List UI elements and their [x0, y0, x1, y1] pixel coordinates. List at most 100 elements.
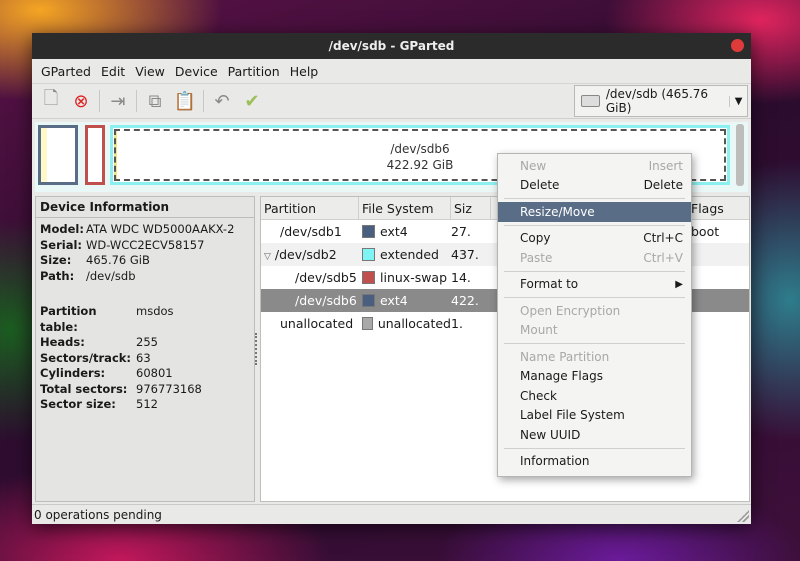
submenu-arrow-icon: ▶ [675, 278, 683, 290]
window-title: /dev/sdb - GParted [328, 39, 455, 53]
device-info-panel: Device Information Model: ATA WDC WD5000A… [35, 196, 255, 502]
menu-item-label: Copy [520, 231, 551, 246]
menu-item-accel: Delete [643, 178, 683, 193]
row-partition: /dev/sdb5 [295, 270, 357, 285]
menu-item-format-to[interactable]: Format to ▶ [498, 275, 691, 295]
menu-item-label: Resize/Move [520, 204, 595, 219]
menu-item-new-uuid[interactable]: New UUID [498, 425, 691, 445]
menu-item-information[interactable]: Information [498, 452, 691, 472]
row-partition: /dev/sdb6 [295, 293, 357, 308]
paste-icon[interactable]: 📋 [170, 87, 200, 115]
close-icon[interactable] [731, 39, 744, 52]
resize-icon[interactable]: ⇥ [103, 87, 133, 115]
menu-item-label-fs[interactable]: Label File System [498, 406, 691, 426]
menu-help[interactable]: Help [285, 64, 324, 79]
row-size: 14. [451, 270, 471, 285]
chevron-down-icon[interactable]: ▼ [729, 95, 747, 107]
col-partition[interactable]: Partition [261, 197, 359, 219]
info-key: Partition table: [40, 304, 97, 334]
menu-item-accel: Ctrl+V [643, 250, 683, 265]
menu-item-label: Format to [520, 277, 579, 292]
diskmap-scrollbar[interactable] [736, 124, 744, 186]
menu-item-copy[interactable]: Copy Ctrl+C [498, 229, 691, 249]
col-size[interactable]: Siz [451, 197, 491, 219]
menu-item-resize-move[interactable]: Resize/Move [498, 202, 691, 222]
col-filesystem[interactable]: File System [359, 197, 451, 219]
menu-item-label: New [520, 158, 547, 173]
row-size: 1. [451, 316, 463, 331]
fs-swatch [362, 294, 375, 307]
menu-item-name-partition[interactable]: Name Partition [498, 347, 691, 367]
col-flags[interactable]: Flags [687, 197, 749, 219]
fs-swatch [362, 225, 375, 238]
row-partition: unallocated [280, 316, 354, 331]
menu-edit[interactable]: Edit [96, 64, 130, 79]
menu-view[interactable]: View [130, 64, 170, 79]
menu-device[interactable]: Device [170, 64, 223, 79]
info-value: 465.76 GiB [86, 253, 150, 267]
info-value: 512 [136, 397, 158, 411]
copy-icon[interactable]: ⧉ [140, 87, 170, 115]
fs-swatch [362, 271, 375, 284]
apply-icon[interactable]: ✔ [237, 87, 267, 115]
menu-separator [504, 224, 685, 226]
undo-icon[interactable]: ↶ [207, 87, 237, 115]
info-key: Cylinders: [40, 366, 106, 380]
row-size: 437. [451, 247, 479, 262]
info-value: WD-WCC2ECV58157 [86, 237, 205, 252]
row-fs: linux-swap [380, 270, 448, 285]
device-selector-label: /dev/sdb (465.76 GiB) [605, 87, 709, 115]
menu-item-accel: Insert [648, 158, 683, 173]
menu-item-label: Manage Flags [520, 369, 603, 384]
toolbar-separator [203, 90, 204, 112]
row-size: 27. [451, 224, 471, 239]
info-key: Model: [40, 222, 84, 236]
menubar: GParted Edit View Device Partition Help [32, 59, 751, 83]
info-value: 63 [136, 350, 151, 365]
menu-partition[interactable]: Partition [223, 64, 285, 79]
device-info-heading: Device Information [36, 197, 254, 218]
info-value: msdos [136, 304, 174, 318]
menu-item-label: Name Partition [520, 349, 610, 364]
menu-item-label: New UUID [520, 427, 581, 442]
info-value: 976773168 [136, 381, 202, 396]
menu-item-label: Open Encryption [520, 303, 621, 318]
context-menu: New Insert Delete Delete Resize/Move Copy C… [497, 153, 692, 477]
menu-item-open-encryption[interactable]: Open Encryption [498, 301, 691, 321]
delete-icon[interactable]: ⊗ [66, 87, 96, 115]
diskmap-sdb5[interactable] [85, 125, 105, 185]
menu-item-label: Paste [520, 250, 553, 265]
info-key: Heads: [40, 335, 85, 349]
title-bar: /dev/sdb - GParted [32, 33, 751, 59]
menu-item-paste[interactable]: Paste Ctrl+V [498, 248, 691, 268]
device-selector[interactable]: /dev/sdb (465.76 GiB) ▼ [574, 85, 748, 117]
menu-item-mount[interactable]: Mount [498, 321, 691, 341]
resize-grip-icon[interactable] [737, 510, 749, 522]
menu-item-check[interactable]: Check [498, 386, 691, 406]
menu-item-label: Mount [520, 323, 558, 338]
menu-separator [504, 447, 685, 449]
menu-item-manage-flags[interactable]: Manage Flags [498, 367, 691, 387]
toolbar-separator [136, 90, 137, 112]
fs-swatch [362, 317, 373, 330]
menu-separator [504, 198, 685, 199]
menu-item-accel: Ctrl+C [643, 231, 683, 246]
menu-item-delete[interactable]: Delete Delete [498, 176, 691, 196]
menu-item-new[interactable]: New Insert [498, 156, 691, 176]
new-icon[interactable]: 🗋 [36, 87, 66, 115]
expander-icon[interactable]: ▽ [264, 252, 271, 262]
toolbar-separator [99, 90, 100, 112]
row-partition: /dev/sdb1 [280, 224, 342, 239]
fs-swatch [362, 248, 375, 261]
info-value: 60801 [136, 366, 173, 380]
status-bar: 0 operations pending [32, 504, 751, 524]
info-key: Serial: [40, 237, 82, 252]
menu-item-label: Information [520, 454, 590, 469]
row-size: 422. [451, 293, 479, 308]
info-key: Sectors/track: [40, 350, 132, 365]
menu-gparted[interactable]: GParted [36, 64, 96, 79]
row-fs: unallocated [377, 316, 451, 331]
drive-icon [581, 95, 600, 107]
diskmap-sdb1[interactable] [38, 125, 78, 185]
info-key: Size: [40, 253, 72, 267]
